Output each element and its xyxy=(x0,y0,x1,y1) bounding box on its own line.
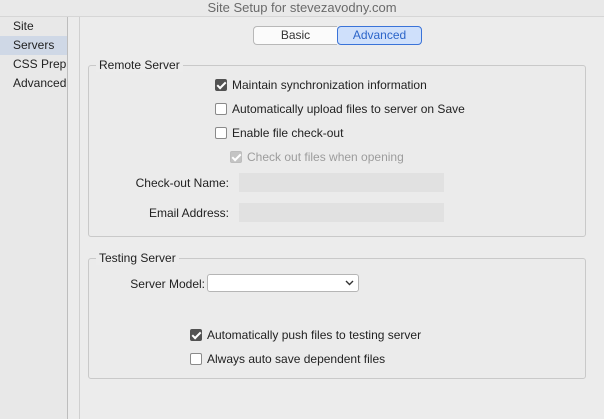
checkout-when-opening-row: Check out files when opening xyxy=(230,149,404,165)
testing-server-title: Testing Server xyxy=(96,251,179,265)
sidebar-item-css-preprocessors[interactable]: CSS Preprocessors xyxy=(0,55,67,74)
email-address-field[interactable] xyxy=(239,203,444,222)
sidebar: Site Servers CSS Preprocessors Advanced … xyxy=(0,17,68,419)
auto-upload-row[interactable]: Automatically upload files to server on … xyxy=(215,101,465,117)
checkout-when-opening-label: Check out files when opening xyxy=(247,150,404,164)
sidebar-item-site[interactable]: Site xyxy=(0,17,67,36)
auto-push-checkbox[interactable] xyxy=(190,329,202,341)
checkout-name-field[interactable] xyxy=(239,173,444,192)
maintain-sync-label: Maintain synchronization information xyxy=(232,78,427,92)
sidebar-item-servers[interactable]: Servers xyxy=(0,36,67,55)
sidebar-item-advanced-settings[interactable]: Advanced Settings xyxy=(0,74,67,93)
enable-checkout-row[interactable]: Enable file check-out xyxy=(215,125,343,141)
server-model-select[interactable] xyxy=(207,274,359,292)
window-title: Site Setup for stevezavodny.com xyxy=(0,0,604,17)
tab-basic[interactable]: Basic xyxy=(253,26,337,45)
email-address-label: Email Address: xyxy=(148,206,229,220)
enable-checkout-checkbox[interactable] xyxy=(215,127,227,139)
maintain-sync-checkbox[interactable] xyxy=(215,79,227,91)
server-model-label: Server Model: xyxy=(130,277,205,291)
segmented-tabs: Basic Advanced xyxy=(253,26,422,46)
auto-save-dependent-row[interactable]: Always auto save dependent files xyxy=(190,351,385,367)
checkout-when-opening-checkbox xyxy=(230,151,242,163)
testing-server-group: Testing Server Server Model: Automatical… xyxy=(88,251,586,379)
chevron-down-icon xyxy=(345,276,354,291)
auto-push-label: Automatically push files to testing serv… xyxy=(207,328,422,342)
main-panel: Basic Advanced Remote Server Maintain sy… xyxy=(79,17,604,419)
auto-upload-checkbox[interactable] xyxy=(215,103,227,115)
remote-server-title: Remote Server xyxy=(96,58,183,72)
auto-push-row[interactable]: Automatically push files to testing serv… xyxy=(190,327,421,343)
remote-server-group: Remote Server Maintain synchronization i… xyxy=(88,58,586,237)
auto-save-dependent-label: Always auto save dependent files xyxy=(207,352,386,366)
checkout-name-label: Check-out Name: xyxy=(135,176,229,190)
maintain-sync-row[interactable]: Maintain synchronization information xyxy=(215,77,427,93)
auto-save-dependent-checkbox[interactable] xyxy=(190,353,202,365)
tab-advanced[interactable]: Advanced xyxy=(337,26,422,45)
enable-checkout-label: Enable file check-out xyxy=(232,126,344,140)
auto-upload-label: Automatically upload files to server on … xyxy=(232,102,465,116)
